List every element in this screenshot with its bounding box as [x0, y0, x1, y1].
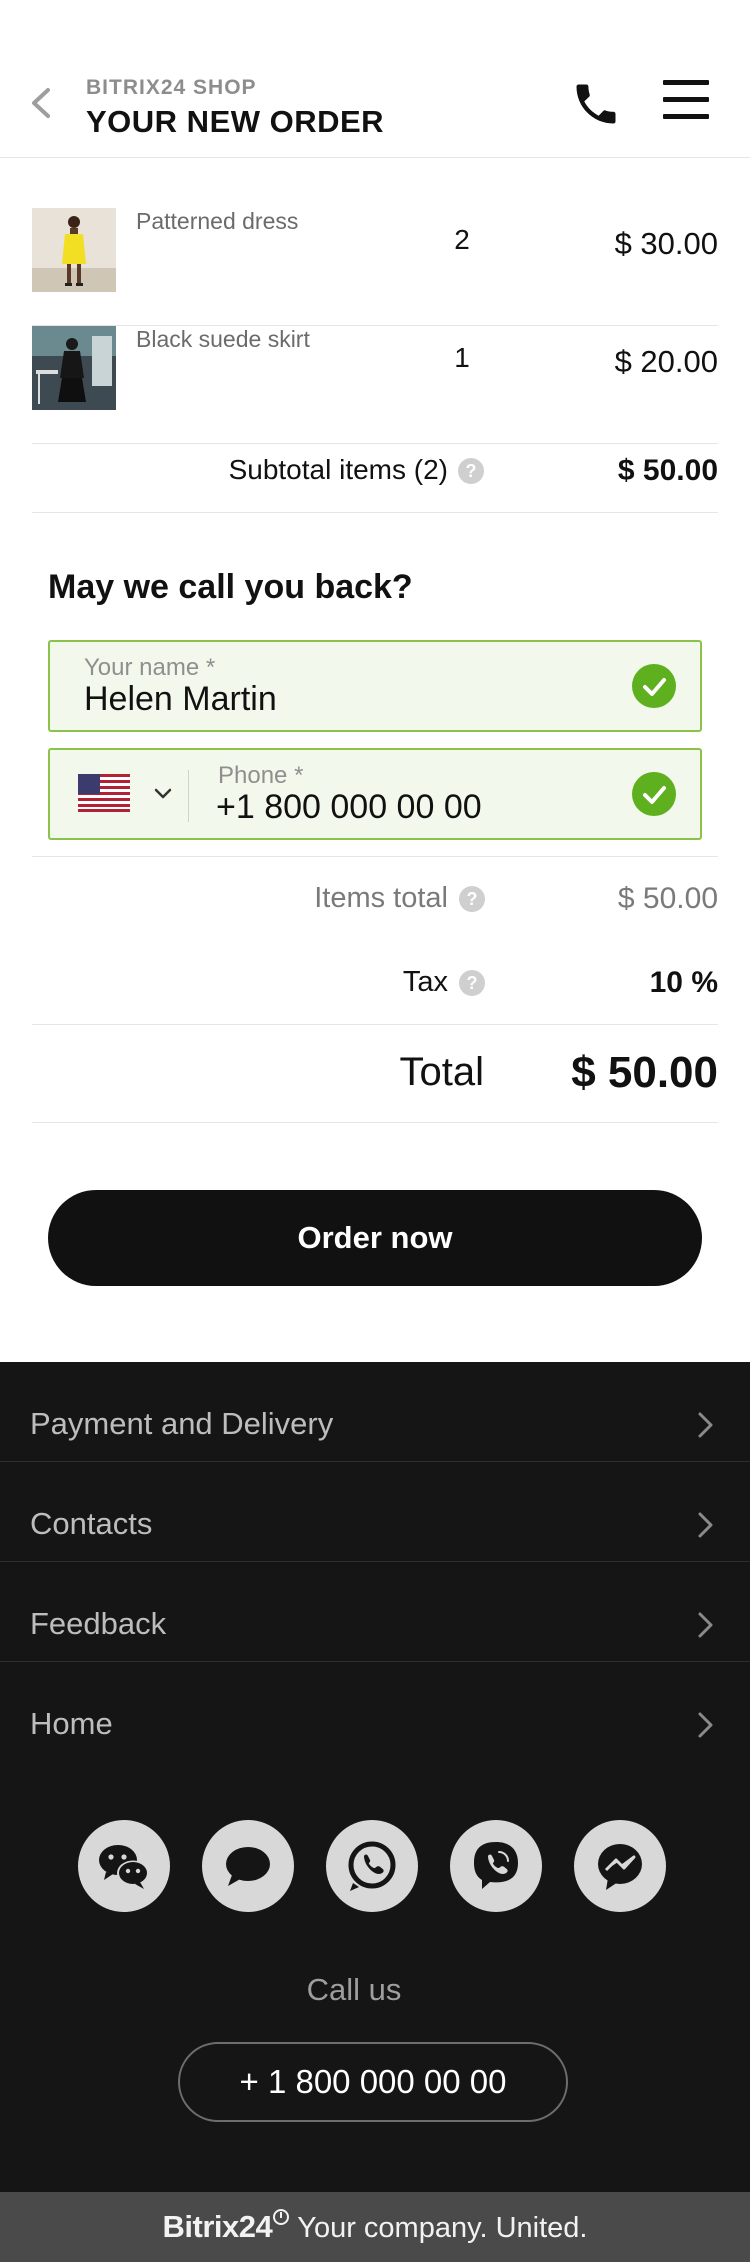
- chevron-right-icon: [698, 1612, 713, 1638]
- footer-nav-item-payment-delivery[interactable]: Payment and Delivery: [0, 1362, 750, 1462]
- product-price: $ 30.00: [614, 226, 718, 261]
- chevron-right-icon: [698, 1512, 713, 1538]
- footer-nav-item-home[interactable]: Home: [0, 1662, 750, 1762]
- chat-bubble-icon[interactable]: [202, 1820, 294, 1912]
- product-image[interactable]: [32, 326, 116, 410]
- subtotal-row: Subtotal items (2) ? $ 50.00: [32, 428, 718, 513]
- phone-field-value[interactable]: +1 800 000 00 00: [216, 788, 482, 827]
- callback-title: May we call you back?: [48, 568, 413, 606]
- chevron-right-icon: [698, 1712, 713, 1738]
- messenger-icon[interactable]: [574, 1820, 666, 1912]
- product-name[interactable]: Black suede skirt: [136, 326, 310, 353]
- bitrix24-logo[interactable]: Bitrix24: [163, 2209, 273, 2244]
- divider: [32, 856, 718, 857]
- items-total-label: Items total: [314, 882, 448, 914]
- menu-bar: [663, 80, 709, 85]
- product-quantity[interactable]: 2: [432, 224, 492, 256]
- clock-icon: [273, 2209, 290, 2225]
- field-divider: [188, 770, 189, 822]
- help-icon[interactable]: ?: [459, 886, 485, 912]
- phone-icon: [576, 84, 616, 124]
- footer-nav-item-feedback[interactable]: Feedback: [0, 1562, 750, 1662]
- help-icon[interactable]: ?: [458, 458, 484, 484]
- menu-bar: [663, 97, 709, 102]
- check-icon: [632, 664, 676, 708]
- phone-field[interactable]: Phone * +1 800 000 00 00: [48, 748, 702, 840]
- wechat-icon[interactable]: [78, 1820, 170, 1912]
- back-button[interactable]: [22, 78, 62, 128]
- name-field[interactable]: Your name * Helen Martin: [48, 640, 702, 732]
- viber-icon[interactable]: [450, 1820, 542, 1912]
- product-quantity[interactable]: 1: [432, 342, 492, 374]
- total-label: Total: [399, 1050, 485, 1094]
- footer-nav-label: Contacts: [30, 1506, 153, 1541]
- hamburger-menu-icon[interactable]: [660, 80, 712, 126]
- tagline: Your company. United.: [297, 2212, 588, 2244]
- divider: [32, 1024, 718, 1025]
- phone-field-label: Phone *: [218, 762, 304, 789]
- order-now-button[interactable]: Order now: [48, 1190, 702, 1286]
- shop-name: BITRIX24 SHOP: [86, 76, 257, 99]
- subtotal-label: Subtotal items (2): [228, 454, 448, 485]
- product-price: $ 20.00: [614, 344, 718, 379]
- cart-item: Patterned dress 2 $ 30.00: [32, 208, 718, 326]
- call-us-label: Call us: [306, 1972, 402, 2007]
- footer-phone-button[interactable]: + 1 800 000 00 00: [178, 2042, 568, 2122]
- divider: [32, 1122, 718, 1123]
- footer-nav-label: Home: [30, 1706, 113, 1741]
- product-name[interactable]: Patterned dress: [136, 208, 298, 235]
- footer-nav-label: Feedback: [30, 1606, 167, 1641]
- whatsapp-icon[interactable]: [326, 1820, 418, 1912]
- header: BITRIX24 SHOP YOUR NEW ORDER: [0, 0, 750, 158]
- check-icon: [632, 772, 676, 816]
- items-total-value: $ 50.00: [617, 882, 718, 915]
- footer-nav-item-contacts[interactable]: Contacts: [0, 1462, 750, 1562]
- help-icon[interactable]: ?: [459, 970, 485, 996]
- call-button[interactable]: [570, 78, 622, 130]
- tax-value: 10 %: [649, 966, 718, 999]
- chevron-down-icon[interactable]: [152, 782, 174, 804]
- footer-nav-label: Payment and Delivery: [30, 1406, 334, 1441]
- name-field-label: Your name *: [84, 654, 216, 681]
- chevron-left-icon: [32, 88, 50, 118]
- page-title: YOUR NEW ORDER: [86, 104, 385, 139]
- cart-item: Black suede skirt 1 $ 20.00: [32, 326, 718, 444]
- subtotal-value: $ 50.00: [617, 454, 718, 487]
- product-image[interactable]: [32, 208, 116, 292]
- chevron-right-icon: [698, 1412, 713, 1438]
- bottom-bar: Bitrix24 Your company. United.: [0, 2192, 750, 2262]
- us-flag-icon[interactable]: [78, 774, 130, 812]
- tax-label: Tax: [402, 966, 448, 998]
- total-value: $ 50.00: [571, 1048, 718, 1097]
- menu-bar: [663, 114, 709, 119]
- name-field-value[interactable]: Helen Martin: [84, 680, 277, 719]
